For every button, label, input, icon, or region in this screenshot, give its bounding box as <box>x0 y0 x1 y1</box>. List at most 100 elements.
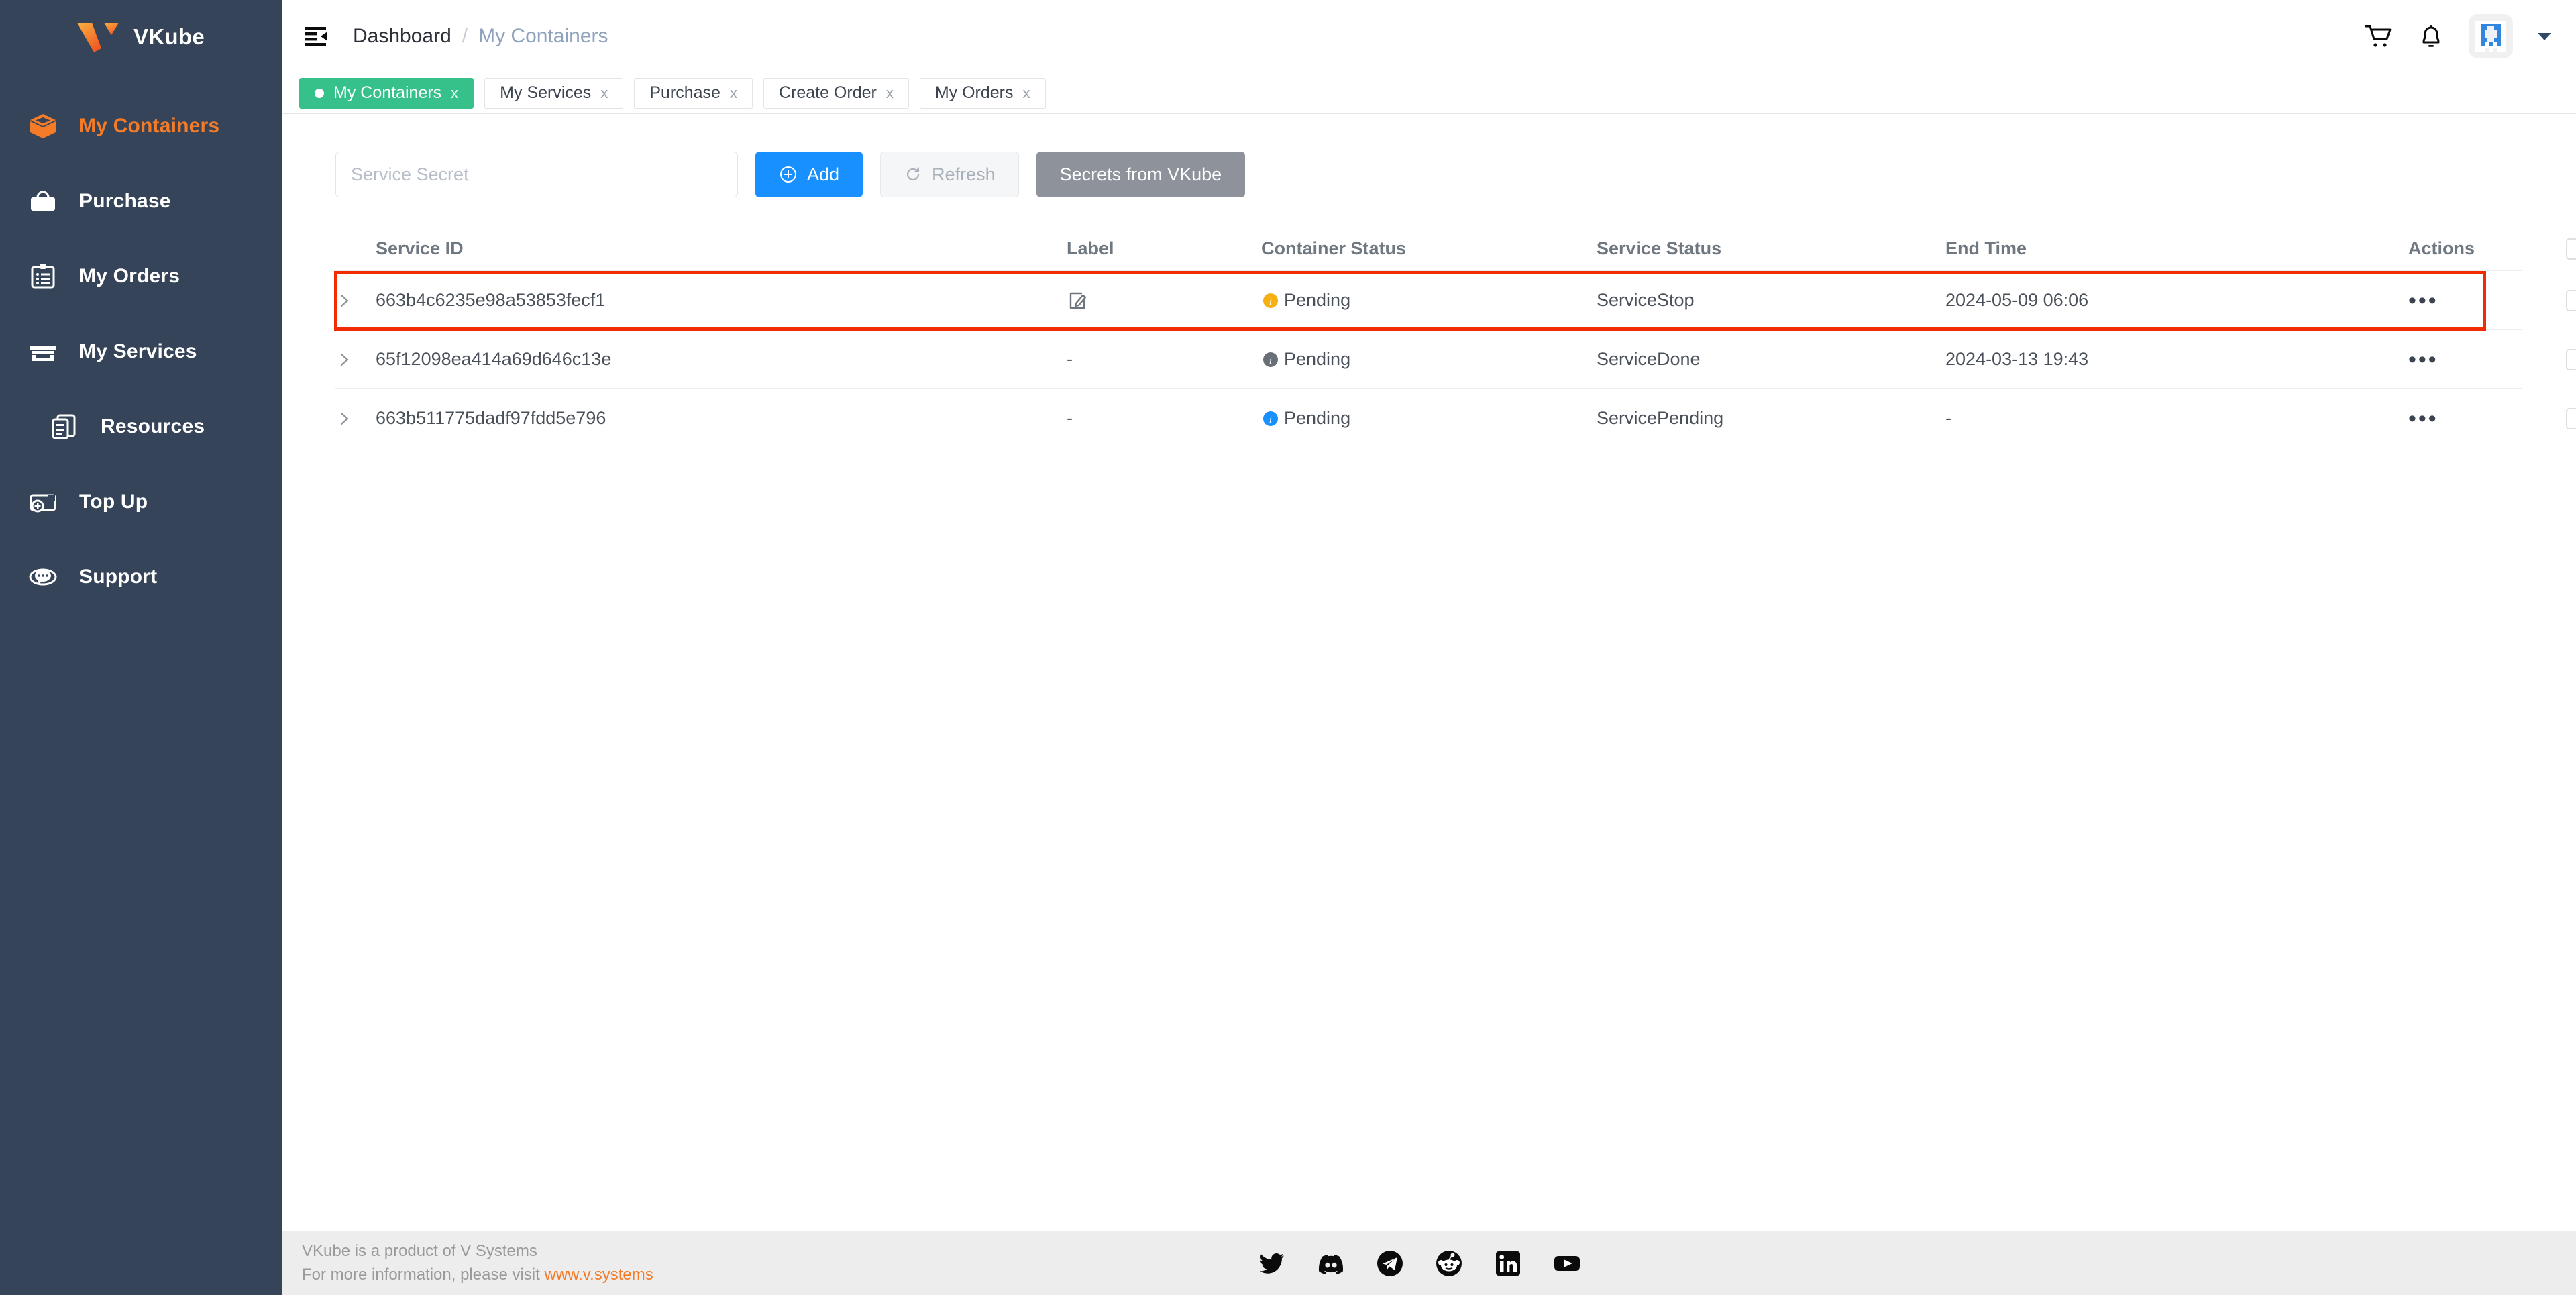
cell-service-status: ServicePending <box>1597 408 1724 428</box>
breadcrumb-dashboard[interactable]: Dashboard <box>353 25 451 48</box>
containers-table: Service ID Label Container Status Servic… <box>282 227 2576 448</box>
breadcrumb: Dashboard / My Containers <box>353 25 608 48</box>
avatar[interactable] <box>2469 13 2513 58</box>
tab-close-icon[interactable]: x <box>600 85 608 101</box>
footer: VKube is a product of V Systems For more… <box>282 1231 2576 1295</box>
tab-purchase[interactable]: Purchase x <box>634 77 753 109</box>
tab-label: Purchase <box>649 83 720 102</box>
table-row[interactable]: 65f12098ea414a69d646c13e - i Pending Ser… <box>335 330 2576 389</box>
tab-bar: My Containers x My Services x Purchase x… <box>282 72 2576 114</box>
container-status-text: Pending <box>1284 290 1351 310</box>
tab-close-icon[interactable]: x <box>886 85 894 101</box>
secrets-button-label: Secrets from VKube <box>1059 164 1222 185</box>
table-row[interactable]: 663b4c6235e98a53853fecf1 i Pending Servi… <box>335 271 2576 330</box>
tab-my-orders[interactable]: My Orders x <box>919 77 1046 109</box>
youtube-icon[interactable] <box>1553 1249 1581 1278</box>
row-expand-cell <box>335 351 376 368</box>
tab-label: Create Order <box>778 83 877 102</box>
breadcrumb-separator: / <box>462 24 468 47</box>
secrets-from-vkube-button[interactable]: Secrets from VKube <box>1036 152 1246 197</box>
cell-end-time: - <box>1945 408 1951 428</box>
plus-circle-icon <box>780 166 796 183</box>
row-checkbox[interactable] <box>2566 348 2576 370</box>
brand-name: VKube <box>133 24 205 49</box>
cell-service-id: 663b511775dadf97fdd5e796 <box>376 408 606 428</box>
tab-my-services[interactable]: My Services x <box>484 77 624 109</box>
cell-row-select <box>2566 289 2576 311</box>
sidebar-item-purchase[interactable]: Purchase <box>0 164 282 239</box>
header-service-status: Service Status <box>1597 238 1722 258</box>
tab-label: My Services <box>500 83 592 102</box>
svg-text:i: i <box>1269 297 1272 307</box>
chevron-right-icon[interactable] <box>335 410 353 427</box>
cell-actions: ••• <box>2408 407 2566 430</box>
cell-end-time: 2024-05-09 06:06 <box>1945 290 2089 310</box>
bell-icon[interactable] <box>2416 21 2446 51</box>
info-circle-icon: i <box>1263 352 1278 367</box>
tab-label: My Containers <box>333 83 442 102</box>
linkedin-icon[interactable] <box>1494 1249 1522 1278</box>
discord-icon[interactable] <box>1317 1249 1345 1278</box>
chevron-right-icon[interactable] <box>335 292 353 309</box>
container-status-text: Pending <box>1284 408 1351 428</box>
tab-my-containers[interactable]: My Containers x <box>299 77 474 109</box>
cell-label: - <box>1067 408 1073 428</box>
tab-create-order[interactable]: Create Order x <box>763 77 909 109</box>
tab-close-icon[interactable]: x <box>730 85 737 101</box>
chevron-down-icon[interactable] <box>2536 28 2553 45</box>
row-checkbox[interactable] <box>2566 289 2576 311</box>
sidebar-item-label: My Containers <box>79 115 220 137</box>
tab-close-icon[interactable]: x <box>451 85 458 101</box>
cell-actions: ••• <box>2408 348 2566 371</box>
shopping-cart-icon[interactable] <box>2364 21 2394 51</box>
edit-square-icon[interactable] <box>1067 290 1088 311</box>
clipboard-icon <box>31 264 55 289</box>
refresh-button[interactable]: Refresh <box>880 152 1019 197</box>
header-right <box>2364 13 2576 58</box>
sidebar-item-resources[interactable]: Resources <box>0 389 282 464</box>
search-input[interactable] <box>335 152 738 197</box>
add-button-label: Add <box>807 164 840 185</box>
twitter-icon[interactable] <box>1258 1249 1286 1278</box>
footer-line-2-prefix: For more information, please visit <box>302 1265 545 1284</box>
more-horizontal-icon[interactable]: ••• <box>2408 348 2438 371</box>
sidebar-item-my-services[interactable]: My Services <box>0 314 282 389</box>
brand[interactable]: VKube <box>0 0 282 74</box>
tab-close-icon[interactable]: x <box>1023 85 1030 101</box>
header-end-time: End Time <box>1945 238 2027 258</box>
sidebar: VKube My Containers Purchase My Orders M… <box>0 0 282 1295</box>
cell-row-select <box>2566 348 2576 370</box>
more-horizontal-icon[interactable]: ••• <box>2408 289 2438 312</box>
telegram-icon[interactable] <box>1376 1249 1404 1278</box>
sidebar-item-top-up[interactable]: Top Up <box>0 464 282 539</box>
row-expand-cell <box>335 410 376 427</box>
svg-text:i: i <box>1269 356 1272 366</box>
sidebar-item-my-orders[interactable]: My Orders <box>0 239 282 314</box>
reddit-icon[interactable] <box>1435 1249 1463 1278</box>
footer-text: VKube is a product of V Systems For more… <box>282 1240 653 1287</box>
row-checkbox[interactable] <box>2566 407 2576 429</box>
sidebar-item-my-containers[interactable]: My Containers <box>0 89 282 164</box>
more-horizontal-icon[interactable]: ••• <box>2408 407 2438 430</box>
table-header-row: Service ID Label Container Status Servic… <box>335 227 2576 271</box>
footer-link[interactable]: www.v.systems <box>544 1265 653 1284</box>
wallet-icon <box>30 494 56 513</box>
cell-service-status: ServiceDone <box>1597 349 1701 369</box>
cell-end-time: 2024-03-13 19:43 <box>1945 349 2089 369</box>
cell-service-id: 65f12098ea414a69d646c13e <box>376 349 612 369</box>
footer-line-2: For more information, please visit www.v… <box>302 1263 653 1287</box>
sidebar-item-support[interactable]: Support <box>0 539 282 615</box>
add-button[interactable]: Add <box>755 152 863 197</box>
storefront-icon <box>30 346 56 361</box>
header-label: Label <box>1067 238 1114 258</box>
select-all-checkbox[interactable] <box>2566 238 2576 260</box>
chevron-right-icon[interactable] <box>335 351 353 368</box>
cell-container-status: i Pending <box>1261 408 1597 429</box>
top-header: Dashboard / My Containers <box>282 0 2576 72</box>
info-circle-icon: i <box>1263 293 1278 308</box>
sidebar-item-label: My Orders <box>79 265 180 287</box>
sidebar-item-label: Purchase <box>79 190 171 212</box>
sidebar-item-label: Top Up <box>79 490 148 513</box>
table-row[interactable]: 663b511775dadf97fdd5e796 - i Pending Ser… <box>335 389 2576 448</box>
menu-fold-icon[interactable] <box>302 21 333 52</box>
